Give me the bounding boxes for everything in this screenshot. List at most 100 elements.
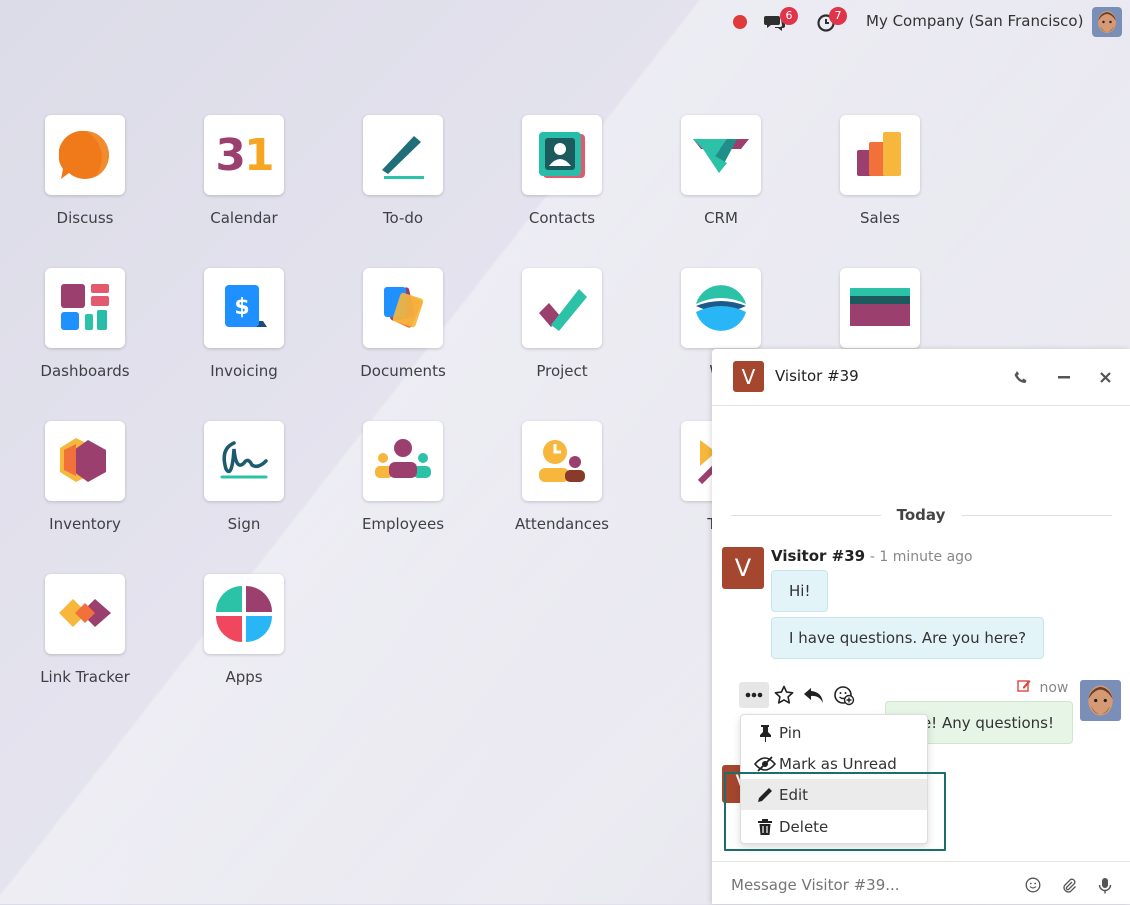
app-label: CRM [704, 209, 738, 227]
reply-button[interactable] [799, 682, 829, 708]
app-tile [45, 115, 125, 195]
app-label: Attendances [514, 515, 609, 533]
chat-header[interactable]: V Visitor #39 [712, 349, 1130, 406]
message-input[interactable] [731, 876, 1011, 894]
app-sign[interactable]: Sign [174, 421, 314, 533]
microphone-icon [1098, 877, 1112, 893]
app-tile: 31 [204, 115, 284, 195]
own-avatar[interactable] [1080, 680, 1121, 721]
app-label: To-do [382, 209, 424, 227]
app-dashboards[interactable]: Dashboards [15, 268, 155, 380]
app-invoicing[interactable]: $ Invoicing [174, 268, 314, 380]
own-avatar-image [1080, 680, 1121, 721]
star-button[interactable] [769, 682, 799, 708]
app-tile [363, 115, 443, 195]
attach-button[interactable] [1059, 875, 1079, 895]
app-inventory[interactable]: Inventory [15, 421, 155, 533]
sign-icon [220, 441, 268, 479]
app-sales[interactable]: Sales [810, 115, 950, 227]
card-icon [850, 288, 910, 326]
app-todo[interactable]: To-do [333, 115, 473, 227]
discuss-icon [59, 130, 110, 179]
app-documents[interactable]: Documents [333, 268, 473, 380]
app-label: Documents [360, 362, 446, 380]
focus-highlight [724, 772, 946, 851]
day-separator: Today [896, 506, 946, 524]
project-icon [539, 289, 587, 331]
message-bubble[interactable]: I have questions. Are you here? [771, 617, 1045, 659]
app-tile [840, 268, 920, 348]
user-avatar[interactable] [1092, 7, 1122, 37]
own-message-timestamp: now [1039, 680, 1069, 696]
presence-status-dot[interactable] [733, 15, 747, 29]
message-author-avatar[interactable]: V [722, 547, 764, 589]
phone-icon [1014, 371, 1027, 383]
sales-icon [857, 132, 901, 176]
app-attendances[interactable]: Attendances [492, 421, 632, 533]
app-link-tracker[interactable]: Link Tracker [15, 574, 155, 686]
app-tile [522, 115, 602, 195]
minimize-icon [1058, 376, 1070, 379]
app-apps[interactable]: Apps [174, 574, 314, 686]
chat-title: Visitor #39 [775, 367, 859, 385]
documents-icon [384, 287, 424, 328]
message-bubble[interactable]: Hi! [771, 570, 829, 612]
app-label: Calendar [210, 209, 278, 227]
apps-icon [216, 586, 272, 642]
app-tile [681, 268, 761, 348]
composer [712, 861, 1130, 905]
app-tile [840, 115, 920, 195]
smile-icon [1025, 877, 1041, 893]
app-discuss[interactable]: Discuss [15, 115, 155, 227]
app-label: Invoicing [210, 362, 278, 380]
app-tile [681, 115, 761, 195]
app-tile [45, 574, 125, 654]
app-calendar[interactable]: 31 Calendar [174, 115, 314, 227]
app-label: Employees [361, 515, 445, 533]
expand-actions-button[interactable] [739, 682, 769, 708]
pin-icon [751, 724, 779, 742]
todo-icon [382, 136, 424, 179]
add-reaction-button[interactable] [829, 682, 859, 708]
pin-menu-item[interactable]: Pin [741, 717, 927, 748]
employees-icon [375, 439, 431, 478]
company-switcher[interactable]: My Company (San Francisco) [866, 12, 1083, 30]
dashboards-icon [61, 284, 109, 330]
edited-icon [1017, 680, 1035, 696]
visitor-avatar: V [733, 361, 764, 392]
ellipsis-icon [745, 692, 763, 698]
app-tile: $ [204, 268, 284, 348]
own-message-meta: now [1017, 679, 1068, 696]
app-label: Sign [227, 515, 261, 533]
call-button[interactable] [1011, 367, 1031, 387]
calendar-icon: 31 [215, 129, 274, 181]
user-avatar-image [1092, 7, 1122, 37]
app-label: Contacts [528, 209, 596, 227]
app-project[interactable]: Project [492, 268, 632, 380]
emoji-button[interactable] [1023, 875, 1043, 895]
close-button[interactable] [1095, 367, 1115, 387]
app-label: Sales [860, 209, 900, 227]
svg-text:$: $ [234, 295, 249, 320]
website-icon [695, 282, 747, 334]
message-header: Visitor #39 - 1 minute ago [771, 547, 973, 565]
app-tile [204, 421, 284, 501]
app-label: Apps [225, 668, 263, 686]
app-contacts[interactable]: Contacts [492, 115, 632, 227]
reply-icon [804, 688, 823, 703]
pin-label: Pin [779, 723, 802, 742]
messages-count-badge: 6 [780, 7, 798, 25]
app-crm[interactable]: CRM [651, 115, 791, 227]
paperclip-icon [1063, 878, 1076, 893]
app-tile [522, 268, 602, 348]
app-card[interactable] [810, 268, 950, 362]
star-icon [774, 685, 794, 704]
app-label: Project [536, 362, 588, 380]
app-label: Discuss [56, 209, 114, 227]
minimize-button[interactable] [1054, 367, 1074, 387]
message-author[interactable]: Visitor #39 [771, 547, 865, 565]
app-tile [363, 268, 443, 348]
app-tile [363, 421, 443, 501]
voice-button[interactable] [1095, 875, 1115, 895]
app-employees[interactable]: Employees [333, 421, 473, 533]
